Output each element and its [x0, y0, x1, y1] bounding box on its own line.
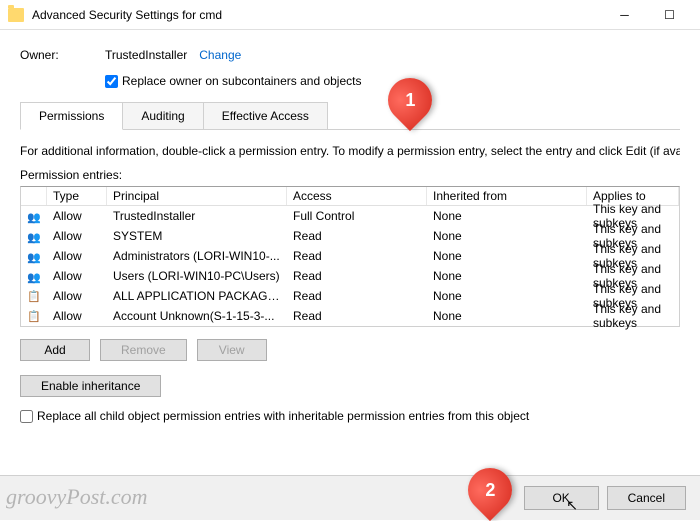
- enable-inheritance-button[interactable]: Enable inheritance: [20, 375, 161, 397]
- table-row[interactable]: AllowSYSTEMReadNoneThis key and subkeys: [21, 226, 679, 246]
- row-principal: Account Unknown(S-1-15-3-...: [107, 307, 287, 325]
- row-icon: [21, 307, 47, 325]
- grid-header: Type Principal Access Inherited from App…: [21, 187, 679, 206]
- replace-all-checkbox[interactable]: [20, 410, 33, 423]
- row-access: Read: [287, 267, 427, 285]
- row-inherited: None: [427, 267, 587, 285]
- remove-button: Remove: [100, 339, 187, 361]
- row-inherited: None: [427, 247, 587, 265]
- tab-effective-access[interactable]: Effective Access: [203, 102, 328, 129]
- col-access-header[interactable]: Access: [287, 187, 427, 205]
- row-access: Read: [287, 227, 427, 245]
- row-principal: ALL APPLICATION PACKAGES: [107, 287, 287, 305]
- add-button[interactable]: Add: [20, 339, 90, 361]
- row-access: Read: [287, 307, 427, 325]
- owner-label: Owner:: [20, 48, 105, 62]
- row-type: Allow: [47, 247, 107, 265]
- row-icon: [21, 228, 47, 244]
- row-type: Allow: [47, 207, 107, 225]
- row-type: Allow: [47, 227, 107, 245]
- entries-label: Permission entries:: [20, 168, 680, 182]
- row-inherited: None: [427, 207, 587, 225]
- col-principal-header[interactable]: Principal: [107, 187, 287, 205]
- permissions-grid: Type Principal Access Inherited from App…: [20, 186, 680, 327]
- row-applies: This key and subkeys: [587, 300, 679, 332]
- ok-button[interactable]: OK: [524, 486, 599, 510]
- row-inherited: None: [427, 287, 587, 305]
- row-type: Allow: [47, 267, 107, 285]
- col-inherited-header[interactable]: Inherited from: [427, 187, 587, 205]
- table-row[interactable]: AllowAdministrators (LORI-WIN10-...ReadN…: [21, 246, 679, 266]
- watermark: groovyPost.com: [6, 484, 148, 510]
- tabs: Permissions Auditing Effective Access: [20, 102, 680, 130]
- tab-auditing[interactable]: Auditing: [122, 102, 203, 129]
- table-row[interactable]: AllowTrustedInstallerFull ControlNoneThi…: [21, 206, 679, 226]
- info-text: For additional information, double-click…: [20, 144, 680, 158]
- view-button: View: [197, 339, 267, 361]
- row-principal: TrustedInstaller: [107, 207, 287, 225]
- minimize-button[interactable]: ─: [602, 0, 647, 30]
- row-access: Full Control: [287, 207, 427, 225]
- row-icon: [21, 287, 47, 305]
- row-principal: Administrators (LORI-WIN10-...: [107, 247, 287, 265]
- change-owner-link[interactable]: Change: [199, 48, 241, 62]
- cursor-icon: ↖: [566, 497, 578, 514]
- row-principal: Users (LORI-WIN10-PC\Users): [107, 267, 287, 285]
- row-icon: [21, 268, 47, 284]
- replace-owner-checkbox[interactable]: [105, 75, 118, 88]
- folder-icon: [8, 8, 24, 22]
- row-type: Allow: [47, 287, 107, 305]
- replace-all-label[interactable]: Replace all child object permission entr…: [37, 409, 529, 423]
- table-row[interactable]: AllowAccount Unknown(S-1-15-3-...ReadNon…: [21, 306, 679, 326]
- row-access: Read: [287, 287, 427, 305]
- row-type: Allow: [47, 307, 107, 325]
- col-icon-header[interactable]: [21, 187, 47, 205]
- row-icon: [21, 208, 47, 224]
- tab-permissions[interactable]: Permissions: [20, 102, 123, 130]
- cancel-button[interactable]: Cancel: [607, 486, 686, 510]
- col-type-header[interactable]: Type: [47, 187, 107, 205]
- owner-value: TrustedInstaller: [105, 48, 187, 62]
- table-row[interactable]: AllowALL APPLICATION PACKAGESReadNoneThi…: [21, 286, 679, 306]
- window-title: Advanced Security Settings for cmd: [32, 8, 222, 22]
- maximize-button[interactable]: ☐: [647, 0, 692, 30]
- row-icon: [21, 248, 47, 264]
- row-inherited: None: [427, 227, 587, 245]
- replace-owner-label[interactable]: Replace owner on subcontainers and objec…: [122, 74, 361, 88]
- titlebar: Advanced Security Settings for cmd ─ ☐: [0, 0, 700, 30]
- row-access: Read: [287, 247, 427, 265]
- row-inherited: None: [427, 307, 587, 325]
- row-principal: SYSTEM: [107, 227, 287, 245]
- table-row[interactable]: AllowUsers (LORI-WIN10-PC\Users)ReadNone…: [21, 266, 679, 286]
